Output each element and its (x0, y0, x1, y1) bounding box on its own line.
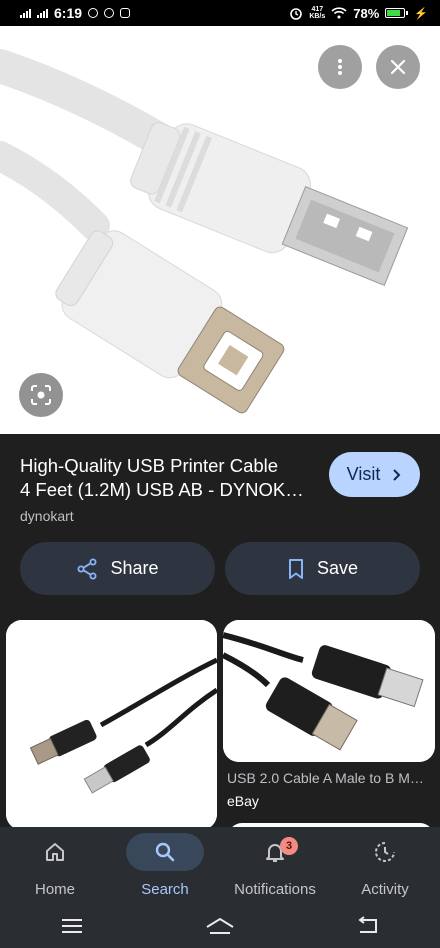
status-time: 6:19 (54, 5, 83, 21)
whatsapp-icon (88, 8, 99, 18)
visit-label: Visit (346, 464, 381, 484)
nav-activity[interactable]: Activity (330, 827, 440, 903)
nav-home-label: Home (34, 881, 75, 898)
home-icon (46, 843, 64, 861)
close-icon (390, 59, 406, 75)
lens-button[interactable] (19, 373, 63, 417)
nav-home[interactable]: Home (0, 827, 110, 903)
signal-icon (37, 8, 48, 18)
charging-icon: ⚡ (414, 7, 428, 20)
close-button[interactable] (376, 45, 420, 89)
status-right: 417 KB/s 78% ⚡ (289, 6, 428, 21)
related-caption[interactable]: USB 2.0 Cable A Male to B M… (227, 770, 435, 786)
result-title-line2: 4 Feet (1.2M) USB AB - DYNOK… (20, 479, 304, 500)
home-gesture-icon[interactable] (204, 916, 236, 936)
battery-percent: 78% (353, 5, 380, 21)
wifi-icon (331, 7, 347, 19)
bookmark-icon (288, 558, 303, 579)
bottom-nav: Home Search 3 Notifications Activity (0, 827, 440, 903)
back-icon[interactable] (356, 915, 380, 936)
result-title-line1: High-Quality USB Printer Cable (20, 455, 279, 476)
related-image (223, 620, 435, 762)
more-vert-icon (338, 59, 342, 75)
alarm-icon (290, 8, 303, 20)
related-card[interactable] (223, 620, 435, 762)
save-button[interactable]: Save (225, 542, 420, 595)
nav-notifications[interactable]: 3 Notifications (220, 827, 330, 903)
related-image (6, 620, 217, 830)
net-speed-unit: KB/s (309, 13, 326, 20)
related-source[interactable]: eBay (227, 793, 259, 809)
related-card[interactable] (6, 620, 217, 830)
nav-search[interactable]: Search (110, 827, 220, 903)
nav-activity-icon-wrap (346, 833, 424, 871)
search-icon (155, 842, 175, 862)
recents-menu-icon[interactable] (60, 917, 84, 935)
nav-notifications-icon-wrap: 3 (236, 833, 314, 871)
instagram-icon (120, 8, 131, 18)
whatsapp-icon (104, 8, 115, 18)
notification-badge: 3 (280, 837, 298, 855)
more-options-button[interactable] (318, 45, 362, 89)
preview-image[interactable] (0, 26, 440, 434)
nav-activity-label: Activity (361, 881, 409, 898)
net-speed: 417 KB/s (309, 6, 325, 20)
share-button[interactable]: Share (20, 542, 215, 595)
result-source[interactable]: dynokart (20, 508, 74, 524)
system-nav (0, 903, 440, 948)
lens-icon (31, 385, 51, 405)
nav-search-icon-wrap (126, 833, 204, 871)
usb-cable-photo (0, 26, 440, 434)
share-label: Share (110, 558, 159, 578)
share-icon (77, 558, 97, 579)
net-speed-value: 417 (311, 6, 324, 13)
nav-notifications-label: Notifications (234, 881, 316, 898)
status-bar: 6:19 417 KB/s 78% ⚡ (0, 0, 440, 26)
result-title[interactable]: High-Quality USB Printer Cable 4 Feet (1… (20, 454, 320, 502)
nav-search-label: Search (141, 881, 189, 898)
visit-button[interactable]: Visit (329, 452, 420, 497)
activity-icon (375, 842, 395, 862)
signal-icon (20, 8, 31, 18)
nav-home-icon-wrap (16, 833, 94, 871)
chevron-right-icon (393, 468, 401, 481)
status-left: 6:19 (20, 5, 131, 21)
save-label: Save (316, 558, 359, 578)
battery-icon (385, 8, 409, 18)
